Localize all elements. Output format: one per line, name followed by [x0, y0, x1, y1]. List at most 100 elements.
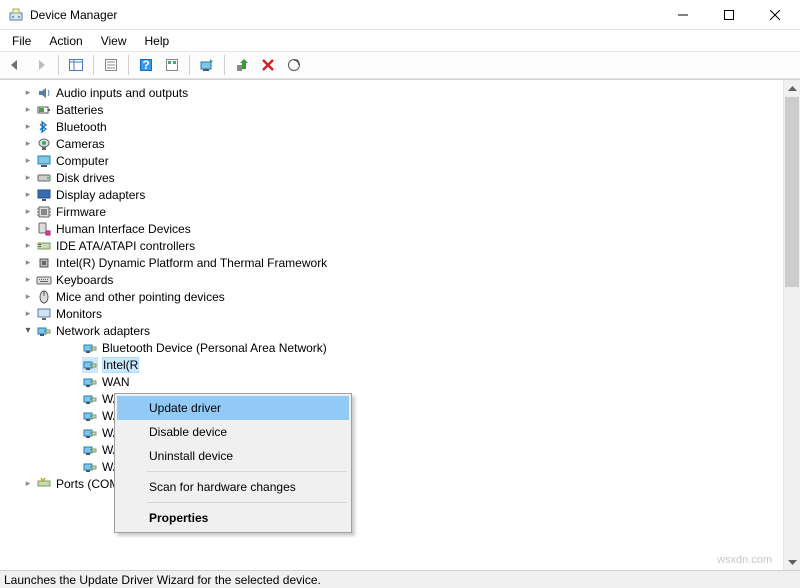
- tree-item[interactable]: WAN: [6, 373, 783, 390]
- menu-help[interactable]: Help: [137, 32, 178, 50]
- tree-item-label: Firmware: [56, 205, 106, 219]
- show-hide-tree-button[interactable]: [65, 54, 87, 76]
- tree-item[interactable]: Human Interface Devices: [6, 220, 783, 237]
- expand-toggle[interactable]: [22, 308, 34, 320]
- tree-item[interactable]: Keyboards: [6, 271, 783, 288]
- context-disable-device[interactable]: Disable device: [117, 420, 349, 444]
- scan-button[interactable]: [283, 54, 305, 76]
- ports-icon: [36, 476, 52, 492]
- tree-item-label: Mice and other pointing devices: [56, 290, 225, 304]
- tree-item[interactable]: Intel(R: [6, 356, 783, 373]
- watermark: wsxdn.com: [717, 554, 772, 566]
- expand-toggle[interactable]: [22, 274, 34, 286]
- tree-item-label: Display adapters: [56, 188, 145, 202]
- help-button[interactable]: ?: [135, 54, 157, 76]
- action-button[interactable]: [161, 54, 183, 76]
- expand-placeholder: [68, 444, 80, 456]
- menu-file[interactable]: File: [4, 32, 39, 50]
- tree-item-label: Monitors: [56, 307, 102, 321]
- enable-button[interactable]: [231, 54, 253, 76]
- tree-item-label: Audio inputs and outputs: [56, 86, 188, 100]
- mouse-icon: [36, 289, 52, 305]
- scroll-up-button[interactable]: [784, 80, 800, 97]
- net-icon: [82, 442, 98, 458]
- expand-toggle[interactable]: [22, 87, 34, 99]
- tree-item[interactable]: Firmware: [6, 203, 783, 220]
- forward-button[interactable]: [30, 54, 52, 76]
- tree-item-label: Network adapters: [56, 324, 150, 338]
- toolbar-separator: [224, 55, 225, 75]
- tree-item[interactable]: Disk drives: [6, 169, 783, 186]
- expand-toggle[interactable]: [22, 257, 34, 269]
- menu-action[interactable]: Action: [41, 32, 90, 50]
- uninstall-button[interactable]: [257, 54, 279, 76]
- context-menu: Update driver Disable device Uninstall d…: [114, 393, 352, 533]
- tree-item-label: Computer: [56, 154, 109, 168]
- tree-item[interactable]: Bluetooth: [6, 118, 783, 135]
- expand-toggle[interactable]: [22, 206, 34, 218]
- vertical-scrollbar[interactable]: [783, 80, 800, 570]
- expand-placeholder: [68, 376, 80, 388]
- tree-item[interactable]: Bluetooth Device (Personal Area Network): [6, 339, 783, 356]
- expand-placeholder: [68, 410, 80, 422]
- expand-toggle[interactable]: [22, 189, 34, 201]
- tree-item[interactable]: Network adapters: [6, 322, 783, 339]
- net-icon: [82, 425, 98, 441]
- tree-item-label: Disk drives: [56, 171, 115, 185]
- net-icon: [82, 391, 98, 407]
- maximize-button[interactable]: [706, 0, 752, 30]
- tree-item[interactable]: Intel(R) Dynamic Platform and Thermal Fr…: [6, 254, 783, 271]
- keyboard-icon: [36, 272, 52, 288]
- expand-toggle[interactable]: [22, 223, 34, 235]
- expand-placeholder: [68, 359, 80, 371]
- properties-button[interactable]: [100, 54, 122, 76]
- tree-item[interactable]: Batteries: [6, 101, 783, 118]
- context-separator: [147, 502, 347, 503]
- context-update-driver[interactable]: Update driver: [117, 396, 349, 420]
- tree-item-label: Human Interface Devices: [56, 222, 191, 236]
- monitor-icon: [36, 306, 52, 322]
- tree-item[interactable]: Monitors: [6, 305, 783, 322]
- tree-item[interactable]: Mice and other pointing devices: [6, 288, 783, 305]
- tree-item-label: IDE ATA/ATAPI controllers: [56, 239, 195, 253]
- context-uninstall-device[interactable]: Uninstall device: [117, 444, 349, 468]
- tree-item[interactable]: Audio inputs and outputs: [6, 84, 783, 101]
- expand-toggle[interactable]: [22, 172, 34, 184]
- expand-toggle[interactable]: [22, 121, 34, 133]
- status-text: Launches the Update Driver Wizard for th…: [4, 573, 321, 587]
- tree-item-label: Keyboards: [56, 273, 113, 287]
- toolbar-separator: [93, 55, 94, 75]
- close-button[interactable]: [752, 0, 798, 30]
- camera-icon: [36, 136, 52, 152]
- tree-item-label: Bluetooth: [56, 120, 107, 134]
- menu-view[interactable]: View: [93, 32, 135, 50]
- device-tree[interactable]: Audio inputs and outputsBatteries Bluetoo…: [0, 80, 783, 570]
- update-driver-button[interactable]: [196, 54, 218, 76]
- expand-toggle[interactable]: [22, 138, 34, 150]
- tree-item[interactable]: IDE ATA/ATAPI controllers: [6, 237, 783, 254]
- expand-toggle[interactable]: [22, 478, 34, 490]
- tree-item[interactable]: Computer: [6, 152, 783, 169]
- title-bar: Device Manager: [0, 0, 800, 30]
- expand-toggle[interactable]: [22, 240, 34, 252]
- expand-toggle[interactable]: [22, 325, 34, 337]
- net-icon: [82, 374, 98, 390]
- minimize-button[interactable]: [660, 0, 706, 30]
- expand-toggle[interactable]: [22, 155, 34, 167]
- tree-item-label: Intel(R: [102, 357, 139, 373]
- back-button[interactable]: [4, 54, 26, 76]
- context-scan-hardware[interactable]: Scan for hardware changes: [117, 475, 349, 499]
- context-properties[interactable]: Properties: [117, 506, 349, 530]
- expand-placeholder: [68, 393, 80, 405]
- expand-toggle[interactable]: [22, 291, 34, 303]
- scroll-down-button[interactable]: [784, 553, 800, 570]
- expand-placeholder: [68, 461, 80, 473]
- app-icon: [8, 7, 24, 23]
- expand-toggle[interactable]: [22, 104, 34, 116]
- tree-item-label: Intel(R) Dynamic Platform and Thermal Fr…: [56, 256, 327, 270]
- tree-item-label: Cameras: [56, 137, 105, 151]
- scroll-thumb[interactable]: [785, 97, 799, 287]
- tree-item[interactable]: Display adapters: [6, 186, 783, 203]
- tree-item[interactable]: Cameras: [6, 135, 783, 152]
- expand-placeholder: [68, 342, 80, 354]
